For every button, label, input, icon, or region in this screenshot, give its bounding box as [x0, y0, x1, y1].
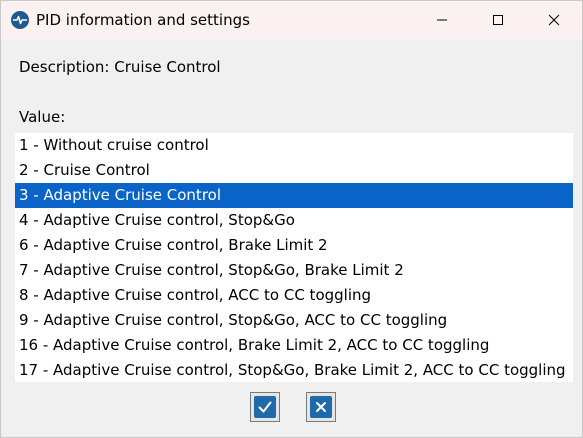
minimize-button[interactable]	[419, 1, 465, 39]
maximize-icon	[492, 11, 504, 30]
list-item[interactable]: 1 - Without cruise control	[15, 133, 573, 158]
list-item[interactable]: 2 - Cruise Control	[15, 158, 573, 183]
maximize-button[interactable]	[475, 1, 521, 39]
title-bar[interactable]: PID information and settings	[1, 1, 582, 39]
list-item[interactable]: 7 - Adaptive Cruise control, Stop&Go, Br…	[15, 258, 573, 283]
list-item[interactable]: 3 - Adaptive Cruise Control	[15, 183, 573, 208]
ok-button[interactable]	[250, 392, 280, 422]
heartbeat-icon	[11, 11, 29, 29]
close-button[interactable]	[531, 1, 577, 39]
minimize-icon	[436, 11, 448, 30]
list-item[interactable]: 9 - Adaptive Cruise control, Stop&Go, AC…	[15, 308, 573, 333]
list-item[interactable]: 17 - Adaptive Cruise control, Stop&Go, B…	[15, 358, 573, 382]
value-label: Value:	[19, 108, 66, 126]
list-item[interactable]: 6 - Adaptive Cruise control, Brake Limit…	[15, 233, 573, 258]
list-item[interactable]: 16 - Adaptive Cruise control, Brake Limi…	[15, 333, 573, 358]
list-item[interactable]: 8 - Adaptive Cruise control, ACC to CC t…	[15, 283, 573, 308]
close-icon	[548, 11, 560, 30]
cancel-button[interactable]	[306, 392, 336, 422]
window-title: PID information and settings	[36, 11, 250, 29]
description-text: Description: Cruise Control	[19, 58, 221, 76]
value-listbox[interactable]: 1 - Without cruise control 2 - Cruise Con…	[15, 133, 573, 382]
pid-settings-window: PID information and settings Description…	[0, 0, 583, 438]
x-icon	[310, 396, 332, 418]
check-icon	[254, 396, 276, 418]
list-item[interactable]: 4 - Adaptive Cruise control, Stop&Go	[15, 208, 573, 233]
